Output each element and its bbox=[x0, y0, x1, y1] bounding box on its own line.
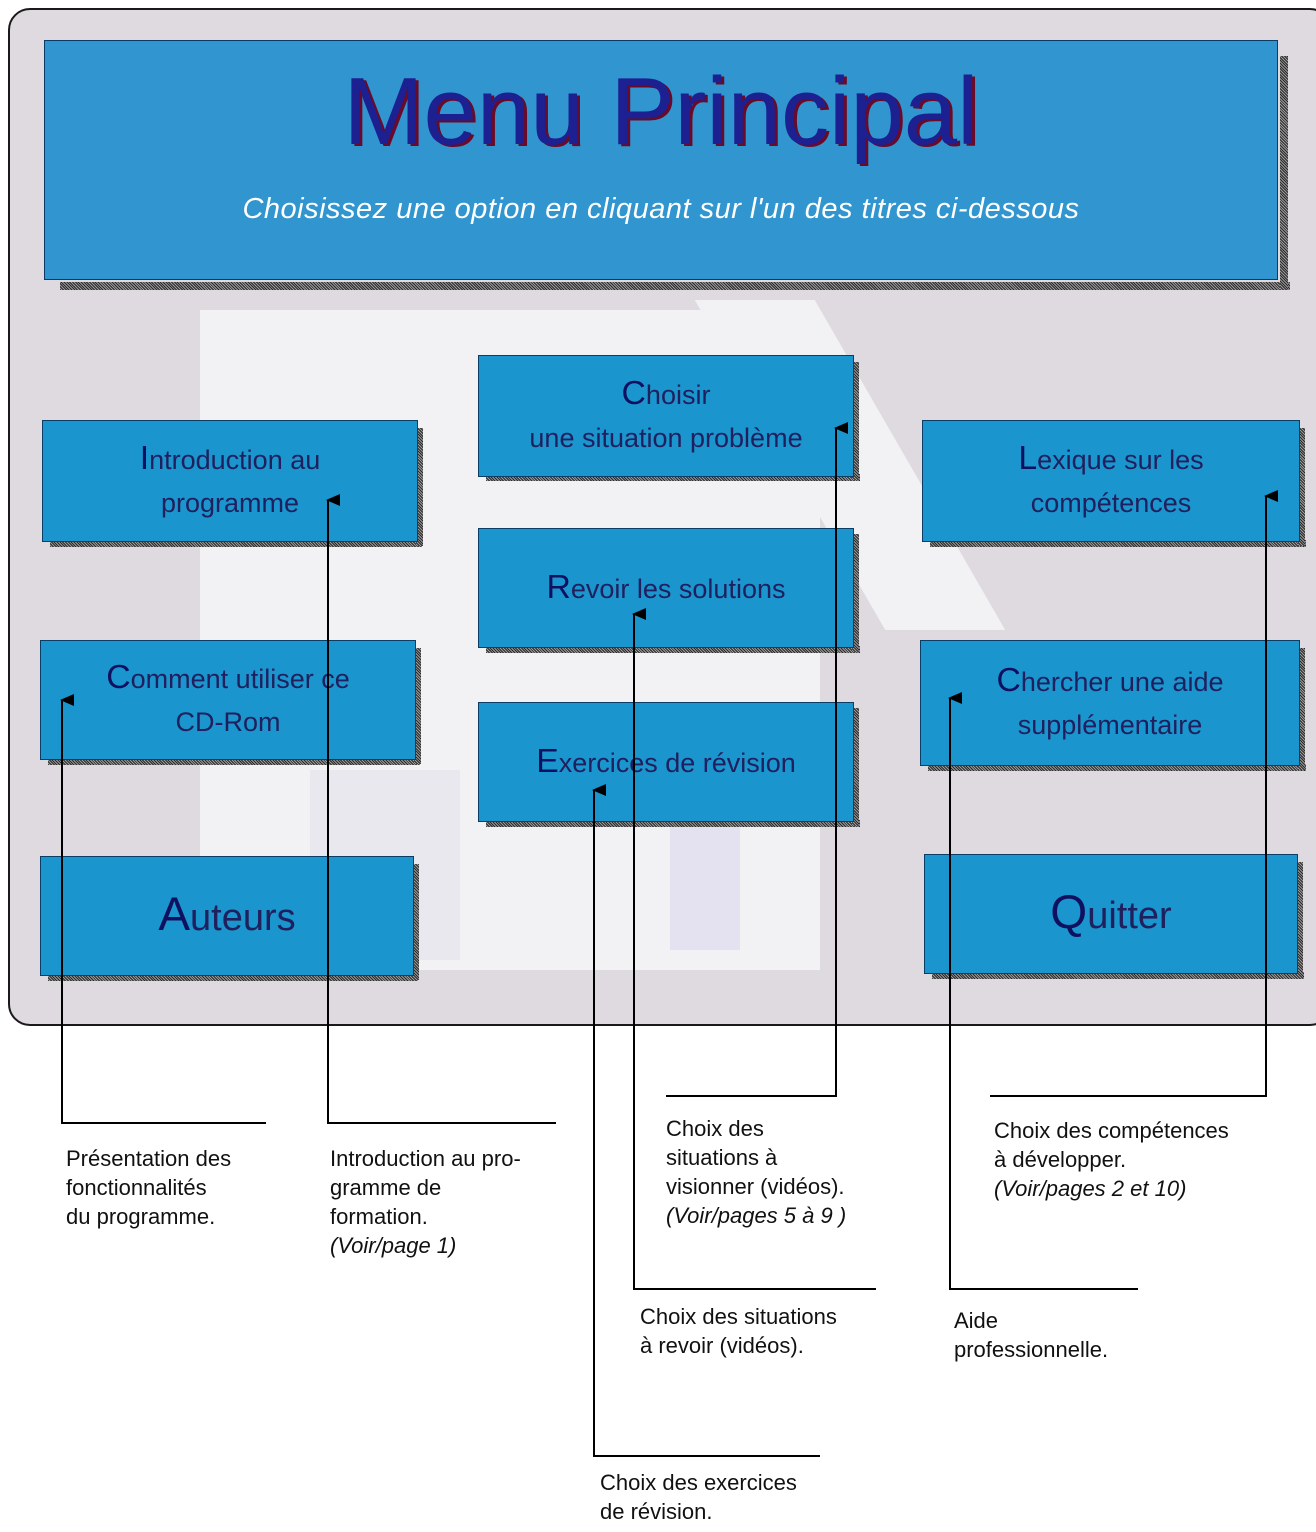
annotation-line: gramme de bbox=[330, 1175, 442, 1200]
annotation-line: à développer. bbox=[994, 1147, 1127, 1172]
callout-lexique bbox=[990, 490, 1278, 1097]
annotation-line: Choix des compétences bbox=[994, 1118, 1229, 1143]
annotation-reference: (Voir/pages 2 et 10) bbox=[994, 1176, 1187, 1201]
annotation-reference: (Voir/pages 5 à 9 ) bbox=[666, 1203, 847, 1228]
annotation-presentation: Présentation des fonctionnalités du prog… bbox=[66, 1144, 231, 1231]
annotation-choix-competences: Choix des compétences à développer. (Voi… bbox=[994, 1116, 1229, 1203]
callout-choisir bbox=[666, 422, 848, 1097]
annotation-line: de révision. bbox=[600, 1499, 713, 1524]
annotation-line: Choix des exercices bbox=[600, 1470, 797, 1495]
annotation-introduction: Introduction au pro- gramme de formation… bbox=[330, 1144, 521, 1260]
annotation-line: visionner (vidéos). bbox=[666, 1174, 845, 1199]
annotation-line: fonctionnalités bbox=[66, 1175, 207, 1200]
annotation-choix-situations: Choix des situations à visionner (vidéos… bbox=[666, 1114, 846, 1230]
annotation-line: formation. bbox=[330, 1204, 428, 1229]
annotation-line: du programme. bbox=[66, 1204, 216, 1229]
annotation-aide: Aide professionnelle. bbox=[954, 1306, 1108, 1364]
annotation-line: Présentation des bbox=[66, 1146, 232, 1171]
callout-introduction bbox=[326, 494, 556, 1124]
annotation-line: Choix des situations bbox=[640, 1304, 837, 1329]
annotation-line: situations à bbox=[666, 1145, 778, 1170]
annotation-reference: (Voir/page 1) bbox=[330, 1233, 457, 1258]
annotation-line: Introduction au pro- bbox=[330, 1146, 521, 1171]
annotation-line: Aide bbox=[954, 1308, 999, 1333]
annotation-choix-revoir: Choix des situations à revoir (vidéos). bbox=[640, 1302, 837, 1360]
annotation-line: à revoir (vidéos). bbox=[640, 1333, 804, 1358]
annotation-line: professionnelle. bbox=[954, 1337, 1109, 1362]
annotation-line: Choix des bbox=[666, 1116, 764, 1141]
annotation-choix-exercices: Choix des exercices de révision. bbox=[600, 1468, 797, 1526]
callout-presentation bbox=[60, 694, 266, 1124]
